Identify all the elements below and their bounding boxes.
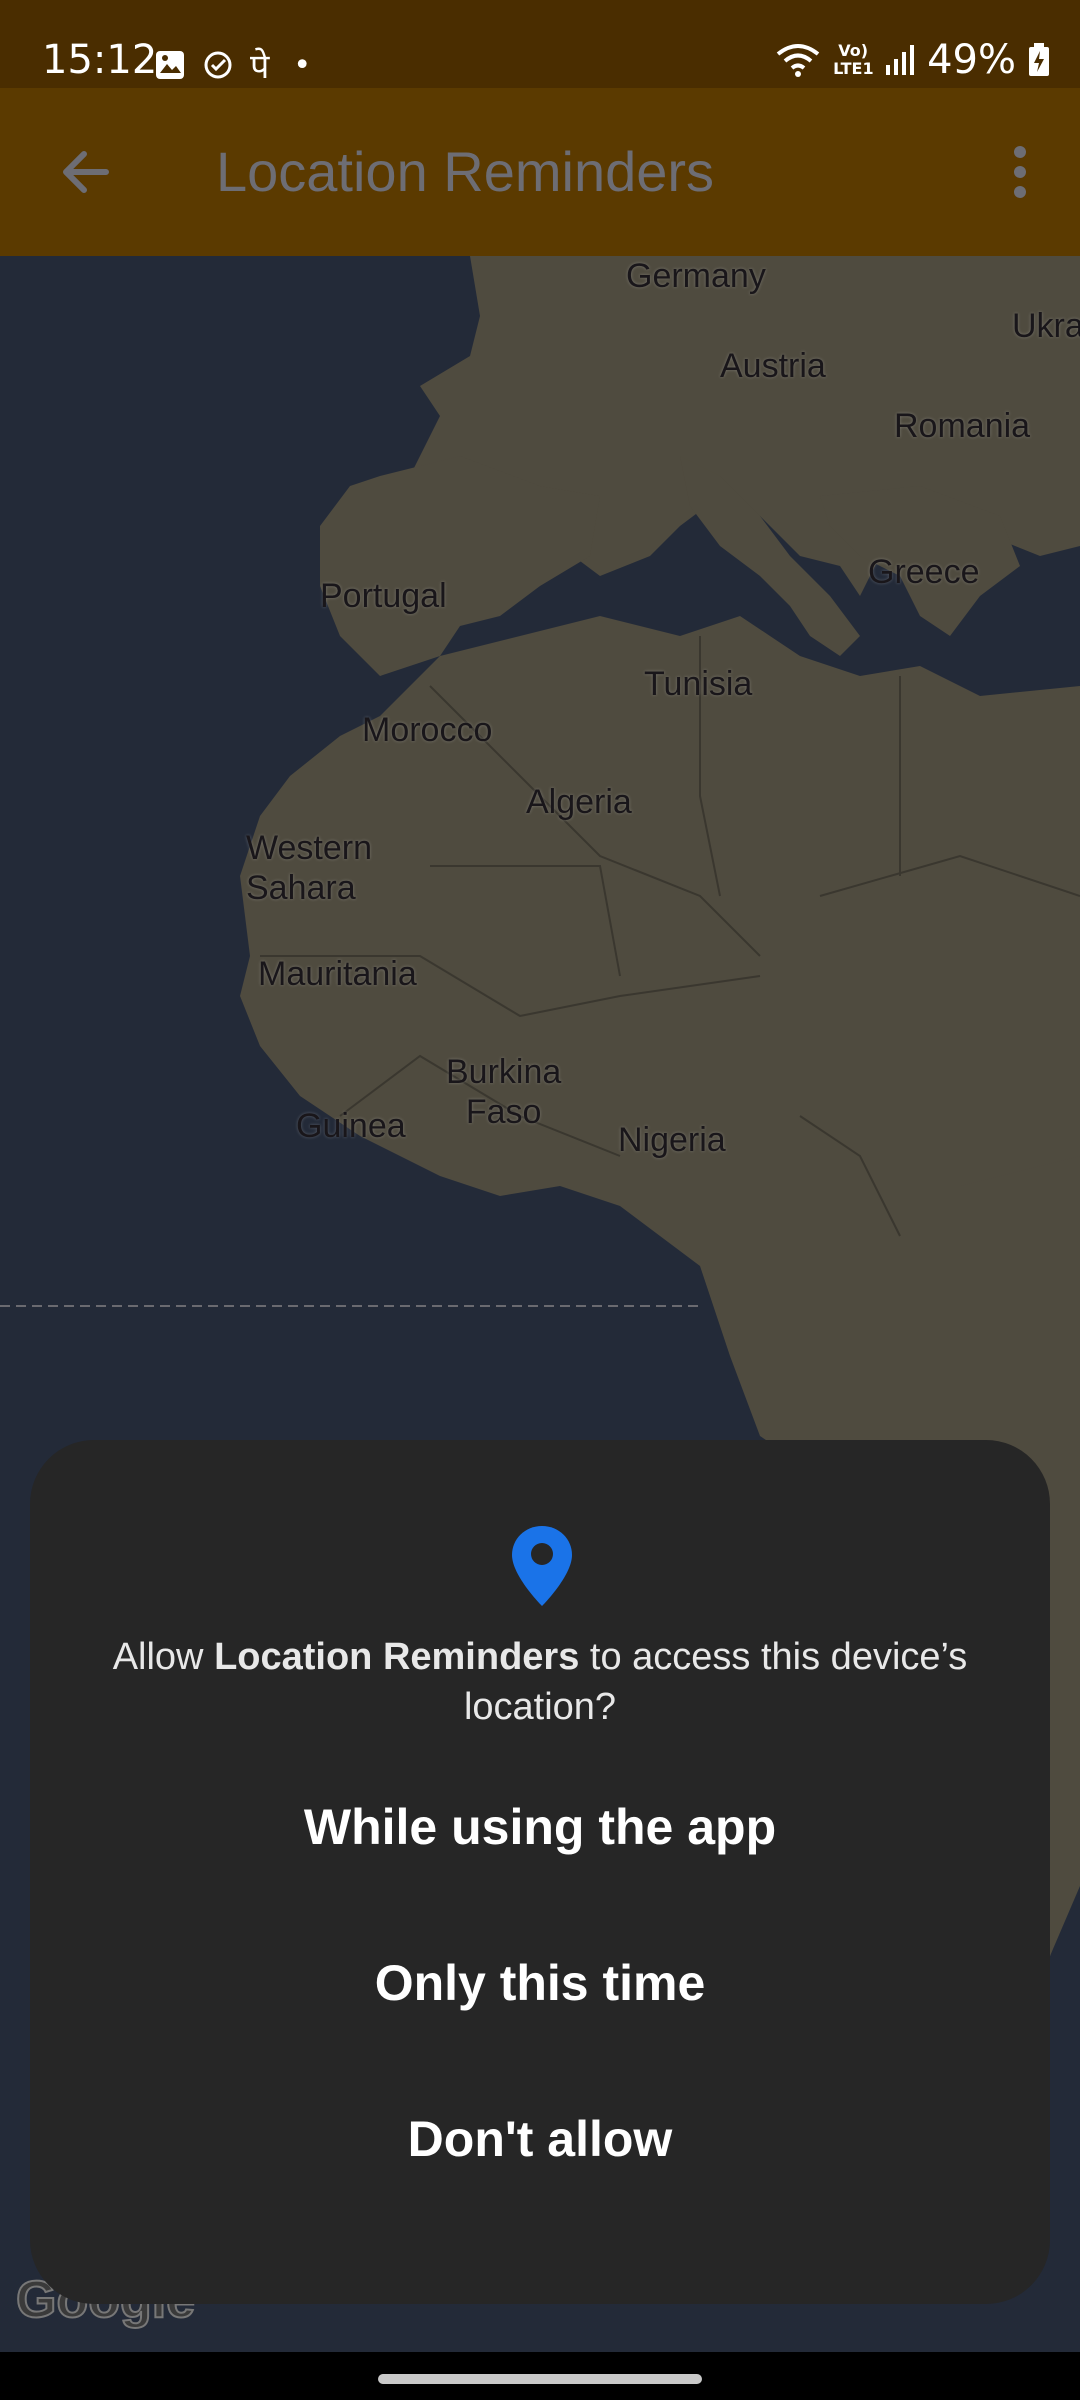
battery-percent: 49% xyxy=(927,37,1016,83)
home-gesture-handle[interactable] xyxy=(378,2374,702,2384)
check-circle-icon xyxy=(204,51,232,79)
dialog-app-name: Location Reminders xyxy=(214,1636,580,1678)
status-right: Vo) LTE1 49% xyxy=(775,36,1050,84)
status-time: 15:12 xyxy=(42,37,158,83)
status-bar: 15:12 पे • Vo) LTE1 49% xyxy=(0,0,1080,88)
app-title: Location Reminders xyxy=(216,140,715,203)
map-label-burkina-faso: Burkina Faso xyxy=(446,1053,562,1131)
gallery-icon xyxy=(156,51,184,79)
signal-icon xyxy=(886,45,915,75)
map-label-western-sahara: Western Sahara xyxy=(246,829,372,907)
map-label-germany: Germany xyxy=(626,257,766,295)
map-label-algeria: Algeria xyxy=(526,783,632,821)
navigation-bar xyxy=(0,2352,1080,2400)
volte-label: Vo) LTE1 xyxy=(833,41,874,78)
map-label-romania: Romania xyxy=(894,407,1031,445)
more-options-icon[interactable] xyxy=(996,140,1044,204)
map-label-guinea: Guinea xyxy=(296,1107,406,1145)
map-label-portugal: Portugal xyxy=(320,577,447,615)
dialog-message: Allow Location Reminders to access this … xyxy=(90,1632,990,1732)
map-label-morocco: Morocco xyxy=(362,711,493,749)
wifi-icon xyxy=(776,44,820,77)
map-label-tunisia: Tunisia xyxy=(644,665,753,703)
only-this-time-button[interactable]: Only this time xyxy=(30,1928,1050,2038)
map-label-austria: Austria xyxy=(720,347,826,385)
location-permission-dialog: Allow Location Reminders to access this … xyxy=(30,1440,1050,2304)
notification-dot-icon: • xyxy=(293,47,312,83)
phonepe-icon: पे xyxy=(250,47,270,87)
location-pin-icon xyxy=(512,1526,572,1606)
notification-icons: पे • xyxy=(154,42,311,88)
map-label-nigeria: Nigeria xyxy=(618,1121,726,1159)
map-label-mauritania: Mauritania xyxy=(258,955,417,993)
dont-allow-button[interactable]: Don't allow xyxy=(30,2084,1050,2194)
dialog-message-prefix: Allow xyxy=(112,1636,215,1678)
app-bar: Location Reminders xyxy=(0,88,1080,256)
map-label-greece: Greece xyxy=(868,553,980,591)
map-label-ukraine: Ukra xyxy=(1012,307,1080,345)
battery-charging-icon xyxy=(1029,43,1049,76)
back-arrow-icon[interactable] xyxy=(54,140,118,204)
while-using-app-button[interactable]: While using the app xyxy=(30,1772,1050,1882)
